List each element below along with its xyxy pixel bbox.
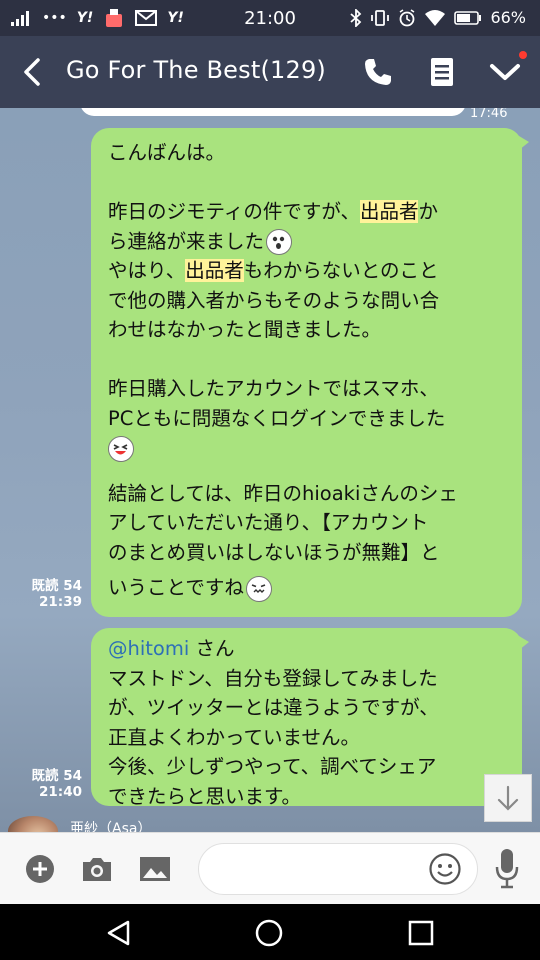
notification-dot <box>519 51 527 59</box>
message-line: わせはなかったと聞きました。 <box>108 318 382 341</box>
message-line: いうことですね <box>108 573 506 603</box>
system-navigation-bar <box>0 904 540 960</box>
message-meta: 既読 54 21:40 <box>22 768 83 800</box>
chat-header: Go For The Best(129) <box>0 36 540 108</box>
message-line: やはり、出品者もわからないとのこと <box>108 256 506 286</box>
chat-area[interactable]: 17:46 こんばんは。 昨日のジモティの件ですが、出品者か ら連絡が来ました … <box>0 108 540 832</box>
text-segment: さん <box>189 637 235 660</box>
text-segment: いうことですね <box>108 576 244 599</box>
message-line: マストドン、自分も登録してみました <box>108 666 438 690</box>
message-line: が、ツイッターとは違うようですが、 <box>108 696 439 719</box>
laughing-face-emoji-icon <box>108 435 134 462</box>
text-segment: やはり、 <box>108 259 186 282</box>
message-line: 正直よくわかっていません。 <box>108 725 360 749</box>
battery-percent: 66% <box>490 8 526 27</box>
message-line <box>108 433 506 463</box>
battery-icon <box>454 10 482 25</box>
vibrate-icon <box>371 9 390 26</box>
message-line: 結論としては、昨日のhioakiさんのシェ <box>108 481 458 505</box>
keyword-highlight: 出品者 <box>185 259 244 282</box>
surprised-face-emoji-icon <box>266 229 293 255</box>
nav-recent-apps-icon[interactable] <box>406 918 436 948</box>
nav-home-icon[interactable] <box>254 918 284 948</box>
bluetooth-icon <box>350 8 362 27</box>
status-right-icons: 66% <box>350 8 526 27</box>
scroll-to-bottom-button[interactable] <box>484 774 532 822</box>
avatar[interactable] <box>8 816 58 832</box>
grimacing-face-emoji-icon <box>245 575 272 602</box>
message-time: 21:40 <box>39 784 82 800</box>
mention-link[interactable]: @hitomi <box>108 637 189 660</box>
alarm-icon <box>399 8 415 26</box>
message-line: アしていただいた通り、【アカウント <box>108 511 429 534</box>
chevron-down-icon[interactable] <box>488 58 522 86</box>
keyword-highlight: 出品者 <box>359 200 419 223</box>
plus-icon[interactable] <box>24 853 58 885</box>
message-input-bar <box>0 832 540 904</box>
text-segment: もわからないとのこと <box>243 259 439 282</box>
message-line: できたらと思います。 <box>108 784 302 808</box>
message-line: ら連絡が来ました <box>108 227 506 257</box>
message-line: こんばんは。 <box>108 141 226 164</box>
message-bubble[interactable]: @hitomi さん マストドン、自分も登録してみました が、ツイッターとは違う… <box>91 628 529 808</box>
text-segment: 昨日のジモティの件ですが、 <box>108 200 360 223</box>
text-segment: ら連絡が来ました <box>108 229 265 253</box>
image-icon[interactable] <box>138 853 172 885</box>
message-line: 昨日のジモティの件ですが、出品者か <box>108 197 506 227</box>
text-segment: か <box>418 200 438 223</box>
emoji-icon[interactable] <box>428 852 462 886</box>
message-meta: 既読 54 21:39 <box>22 578 83 610</box>
message-line: @hitomi さん <box>108 634 506 664</box>
notes-icon[interactable] <box>428 56 456 88</box>
previous-message-bubble <box>80 108 466 116</box>
status-bar: ••• Y! Y! 21:00 66% <box>0 0 540 36</box>
sender-name: 亜紗（Asa） <box>70 821 152 832</box>
microphone-icon[interactable] <box>492 847 522 891</box>
read-receipt: 既読 54 <box>31 768 83 784</box>
chat-title[interactable]: Go For The Best(129) <box>66 56 326 84</box>
message-line: 今後、少しずつやって、調べてシェア <box>108 755 437 778</box>
message-bubble[interactable]: こんばんは。 昨日のジモティの件ですが、出品者か ら連絡が来ました やはり、出品… <box>91 128 529 617</box>
message-line: で他の購入者からもそのような問い合 <box>108 288 440 312</box>
wifi-icon <box>425 9 446 26</box>
nav-back-icon[interactable] <box>104 918 134 948</box>
back-icon[interactable] <box>18 54 48 90</box>
message-line: のまとめ買いはしないほうが無難】と <box>108 540 440 564</box>
call-icon[interactable] <box>362 56 394 88</box>
read-receipt: 既読 54 <box>31 578 83 594</box>
camera-icon[interactable] <box>80 853 114 885</box>
message-line: PCともに問題なくログインできました <box>108 406 446 430</box>
arrow-down-icon <box>497 785 519 811</box>
previous-message-time: 17:46 <box>470 108 508 121</box>
message-line: 昨日購入したアカウントではスマホ、 <box>108 377 439 400</box>
message-time: 21:39 <box>39 594 82 610</box>
